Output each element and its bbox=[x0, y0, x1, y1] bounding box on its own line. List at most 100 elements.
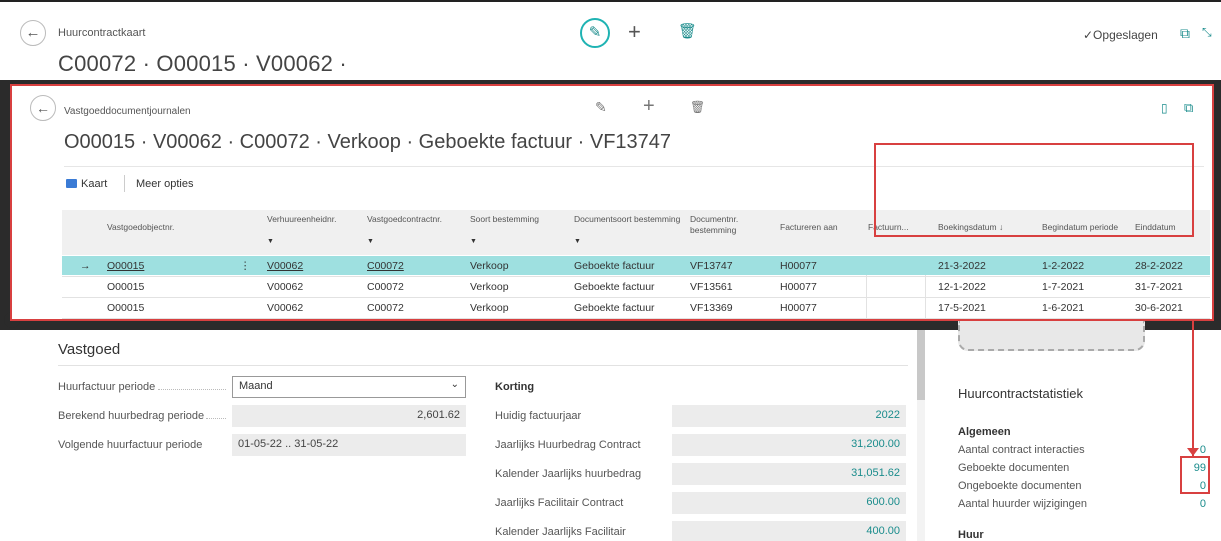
chevron-down-icon: ⌄ bbox=[450, 379, 459, 390]
lookup-back-icon[interactable]: ← bbox=[30, 95, 56, 121]
cell-object: O00015 bbox=[107, 302, 145, 314]
lookup-breadcrumb: Vastgoeddocumentjournalen bbox=[64, 106, 191, 117]
column-header[interactable]: Vastgoedobjectnr. bbox=[107, 222, 261, 233]
lookup-open-new-window-icon[interactable]: ⧉ bbox=[1184, 100, 1193, 116]
stat-value[interactable]: 0 bbox=[1176, 498, 1206, 510]
section-divider bbox=[58, 365, 908, 366]
lookup-new-icon[interactable]: + bbox=[643, 95, 655, 118]
cell-unit[interactable]: V00062 bbox=[267, 260, 303, 272]
cell-unit: V00062 bbox=[267, 302, 304, 314]
cell-object[interactable]: O00015 bbox=[107, 260, 144, 272]
column-header[interactable]: Vastgoedcontractnr. bbox=[367, 214, 464, 225]
period-dots bbox=[158, 389, 226, 390]
column-header[interactable]: Soort bestemming bbox=[470, 214, 568, 225]
calc-label: Berekend huurbedrag periode bbox=[58, 410, 205, 422]
new-plus-icon[interactable]: + bbox=[628, 19, 641, 45]
edit-pencil-icon[interactable]: ✎ bbox=[580, 18, 610, 48]
stats-title: Huurcontractstatistiek bbox=[958, 386, 1083, 401]
row-pointer-icon: → bbox=[80, 260, 91, 272]
kaart-label: Kaart bbox=[81, 178, 108, 190]
cell-bill_to: H00077 bbox=[780, 302, 817, 314]
cell-doctype: Geboekte factuur bbox=[574, 302, 655, 314]
korting-field-label: Kalender Jaarlijks huurbedrag bbox=[495, 468, 642, 480]
filter-icon: ▼ bbox=[267, 238, 274, 245]
stat-label: Aantal huurder wijzigingen bbox=[958, 498, 1088, 510]
delete-trash-icon[interactable]: 🗑 bbox=[678, 22, 697, 40]
korting-field-label: Jaarlijks Huurbedrag Contract bbox=[495, 439, 641, 451]
table-row[interactable]: O00015 V00062 C00072 Verkoop Geboekte factuu… bbox=[62, 298, 1210, 317]
page: ← Huurcontractkaart C00072 · O00015 · V0… bbox=[0, 0, 1221, 541]
cell-start: 1-6-2021 bbox=[1042, 302, 1085, 314]
cell-doctype: Geboekte factuur bbox=[574, 260, 655, 272]
next-period-value: 01-05-22 .. 31-05-22 bbox=[232, 434, 466, 456]
lookup-delete-icon[interactable]: 🗑 bbox=[690, 100, 705, 114]
bookmark-icon[interactable]: ▯ bbox=[1161, 101, 1168, 115]
row-separator bbox=[62, 318, 1210, 319]
cell-bill_to: H00077 bbox=[780, 260, 817, 272]
korting-field-value: 600.00 bbox=[672, 492, 906, 514]
period-select[interactable]: Maand ⌄ bbox=[232, 376, 466, 398]
cell-bill_to: H00077 bbox=[780, 281, 817, 293]
stat-value[interactable]: 0 bbox=[1176, 444, 1206, 456]
column-header[interactable]: Documentnr. bestemming bbox=[690, 214, 774, 236]
calc-dots bbox=[206, 418, 226, 419]
cell-end: 28-2-2022 bbox=[1135, 260, 1183, 272]
cell-docnr: VF13747 bbox=[690, 260, 733, 272]
page-breadcrumb: Huurcontractkaart bbox=[58, 27, 146, 39]
korting-field-value: 31,200.00 bbox=[672, 434, 906, 456]
cell-doctype: Geboekte factuur bbox=[574, 281, 655, 293]
page-title: C00072 · O00015 · V00062 · bbox=[58, 51, 347, 76]
stat-label: Aantal contract interacties bbox=[958, 444, 1085, 456]
column-header[interactable]: Verhuureenheidnr. bbox=[267, 214, 361, 225]
stat-label: Geboekte documenten bbox=[958, 462, 1070, 474]
cell-posting: 17-5-2021 bbox=[938, 302, 986, 314]
more-options-button[interactable]: Meer opties bbox=[136, 178, 193, 190]
window-top-border bbox=[0, 0, 1221, 2]
filter-icon: ▼ bbox=[470, 238, 477, 245]
cell-contract[interactable]: C00072 bbox=[367, 260, 404, 272]
stats-section-rent: Huur bbox=[958, 529, 984, 541]
lookup-edit-icon[interactable]: ✎ bbox=[595, 99, 607, 116]
table-row[interactable]: → ⋮ O00015 V00062 C00072 Verkoop Geboekte fact… bbox=[62, 256, 1210, 275]
cell-start: 1-7-2021 bbox=[1042, 281, 1085, 293]
back-icon[interactable]: ← bbox=[20, 20, 46, 46]
highlight-dates-box bbox=[874, 143, 1194, 237]
cell-type: Verkoop bbox=[470, 260, 509, 272]
filter-icon: ▼ bbox=[574, 238, 581, 245]
column-header[interactable]: Documentsoort bestemming bbox=[574, 214, 684, 225]
cell-object: O00015 bbox=[107, 281, 145, 293]
kaart-button[interactable]: Kaart bbox=[66, 178, 107, 190]
korting-field-label: Huidig factuurjaar bbox=[495, 410, 582, 422]
collapse-icon[interactable]: ⤡ bbox=[1202, 25, 1212, 40]
column-header[interactable]: Factureren aan bbox=[780, 222, 862, 233]
row-actions-icon[interactable]: ⋮ bbox=[240, 260, 251, 272]
cell-type: Verkoop bbox=[470, 302, 509, 314]
cell-docnr: VF13369 bbox=[690, 302, 733, 314]
korting-field-value: 400.00 bbox=[672, 521, 906, 541]
highlight-connector bbox=[1192, 321, 1194, 456]
cell-start: 1-2-2022 bbox=[1042, 260, 1085, 272]
cell-end: 31-7-2021 bbox=[1135, 281, 1183, 293]
action-divider bbox=[124, 175, 125, 192]
cell-type: Verkoop bbox=[470, 281, 509, 293]
cell-posting: 12-1-2022 bbox=[938, 281, 986, 293]
stat-label: Ongeboekte documenten bbox=[958, 480, 1082, 492]
table-row[interactable]: O00015 V00062 C00072 Verkoop Geboekte factuu… bbox=[62, 277, 1210, 296]
next-period-label: Volgende huurfactuur periode bbox=[58, 439, 203, 451]
stats-section-general: Algemeen bbox=[958, 426, 1011, 438]
calc-value: 2,601.62 bbox=[232, 405, 466, 427]
cell-docnr: VF13561 bbox=[690, 281, 733, 293]
scrollbar-thumb[interactable] bbox=[917, 330, 925, 400]
korting-field-value: 2022 bbox=[672, 405, 906, 427]
section-heading-vastgoed: Vastgoed bbox=[58, 341, 121, 358]
open-new-window-icon[interactable]: ⧉ bbox=[1180, 25, 1190, 42]
lookup-title: O00015 · V00062 · C00072 · Verkoop · Geb… bbox=[64, 131, 672, 153]
cell-unit: V00062 bbox=[267, 281, 304, 293]
korting-field-label: Kalender Jaarlijks Facilitair bbox=[495, 526, 626, 538]
period-label: Huurfactuur periode bbox=[58, 381, 156, 393]
factbox-placeholder bbox=[958, 321, 1145, 351]
highlight-stats-box bbox=[1180, 456, 1210, 494]
cell-contract: C00072 bbox=[367, 281, 404, 293]
korting-field-label: Jaarlijks Facilitair Contract bbox=[495, 497, 624, 509]
card-icon bbox=[66, 179, 77, 188]
